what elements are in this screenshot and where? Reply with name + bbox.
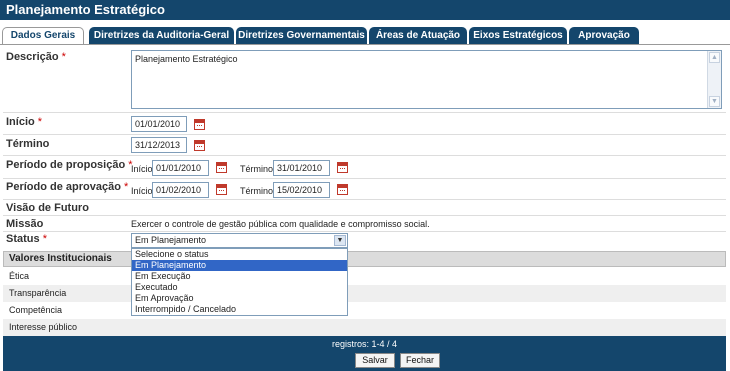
status-select[interactable]: Em Planejamento ▼ — [131, 233, 348, 248]
chevron-down-icon[interactable]: ▼ — [334, 235, 346, 246]
table-row[interactable]: Competência — [3, 302, 726, 319]
table-row[interactable]: Interesse público — [3, 319, 726, 336]
visao-label: Visão de Futuro — [6, 202, 89, 214]
status-selected-value: Em Planejamento — [135, 235, 207, 245]
descricao-label: Descrição * — [6, 51, 66, 63]
record-count: registros: 1-4 / 4 — [331, 339, 398, 349]
status-label: Status * — [6, 233, 47, 245]
divider — [3, 231, 726, 232]
proposicao-inicio-input[interactable]: 01/01/2010 — [152, 160, 209, 176]
periodo-proposicao-label: Período de proposição * — [6, 159, 133, 171]
status-dropdown-list[interactable]: Selecione o status Em Planejamento Em Ex… — [131, 248, 348, 316]
aprovacao-termino-label: Término — [240, 186, 274, 196]
tab-bar: Dados Gerais Diretrizes da Auditoria-Ger… — [0, 27, 730, 45]
close-button[interactable]: Fechar — [400, 353, 440, 368]
tab-aprovacao[interactable]: Aprovação — [569, 27, 639, 44]
scroll-down-icon[interactable]: ▼ — [709, 96, 720, 107]
inicio-label: Início * — [6, 116, 43, 128]
table-row[interactable]: Ética — [3, 268, 726, 285]
proposicao-termino-label: Término — [240, 164, 274, 174]
save-button[interactable]: Salvar — [355, 353, 395, 368]
status-option[interactable]: Interrompido / Cancelado — [132, 304, 347, 315]
valores-header: Valores Institucionais — [3, 251, 726, 267]
missao-label: Missão — [6, 218, 44, 230]
divider — [3, 155, 726, 156]
descricao-textarea[interactable]: Planejamento Estratégico ▲ ▼ — [131, 50, 722, 109]
tab-diretrizes-governamentais[interactable]: Diretrizes Governamentais — [236, 27, 367, 44]
calendar-icon[interactable] — [216, 184, 227, 195]
tab-divider — [0, 44, 730, 45]
proposicao-termino-input[interactable]: 31/01/2010 — [273, 160, 330, 176]
status-option[interactable]: Em Aprovação — [132, 293, 347, 304]
calendar-icon[interactable] — [337, 184, 348, 195]
calendar-icon[interactable] — [194, 140, 205, 151]
calendar-icon[interactable] — [194, 119, 205, 130]
table-row[interactable]: Transparência — [3, 285, 726, 302]
tab-areas-atuacao[interactable]: Áreas de Atuação — [369, 27, 467, 44]
proposicao-inicio-label: Início — [131, 164, 153, 174]
status-option[interactable]: Executado — [132, 282, 347, 293]
missao-value: Exercer o controle de gestão pública com… — [131, 219, 430, 229]
inicio-date-input[interactable]: 01/01/2010 — [131, 116, 187, 132]
descricao-value: Planejamento Estratégico — [135, 54, 238, 64]
periodo-aprovacao-label: Período de aprovação * — [6, 181, 129, 193]
footer-bar: registros: 1-4 / 4 Salvar Fechar — [3, 336, 726, 371]
status-option[interactable]: Em Execução — [132, 271, 347, 282]
tab-diretrizes-auditoria[interactable]: Diretrizes da Auditoria-Geral — [89, 27, 234, 44]
divider — [3, 112, 726, 113]
status-option[interactable]: Selecione o status — [132, 249, 347, 260]
calendar-icon[interactable] — [216, 162, 227, 173]
aprovacao-termino-input[interactable]: 15/02/2010 — [273, 182, 330, 198]
calendar-icon[interactable] — [337, 162, 348, 173]
termino-date-input[interactable]: 31/12/2013 — [131, 137, 187, 153]
tab-eixos-estrategicos[interactable]: Eixos Estratégicos — [469, 27, 567, 44]
page-title: Planejamento Estratégico — [0, 0, 730, 20]
status-option-selected[interactable]: Em Planejamento — [132, 260, 347, 271]
scroll-up-icon[interactable]: ▲ — [709, 52, 720, 63]
aprovacao-inicio-input[interactable]: 01/02/2010 — [152, 182, 209, 198]
tab-dados-gerais[interactable]: Dados Gerais — [2, 27, 84, 45]
divider — [3, 178, 726, 179]
termino-label: Término — [6, 138, 50, 150]
aprovacao-inicio-label: Início — [131, 186, 153, 196]
divider — [3, 215, 726, 216]
descricao-scrollbar[interactable]: ▲ ▼ — [707, 51, 721, 108]
divider — [3, 134, 726, 135]
divider — [3, 199, 726, 200]
